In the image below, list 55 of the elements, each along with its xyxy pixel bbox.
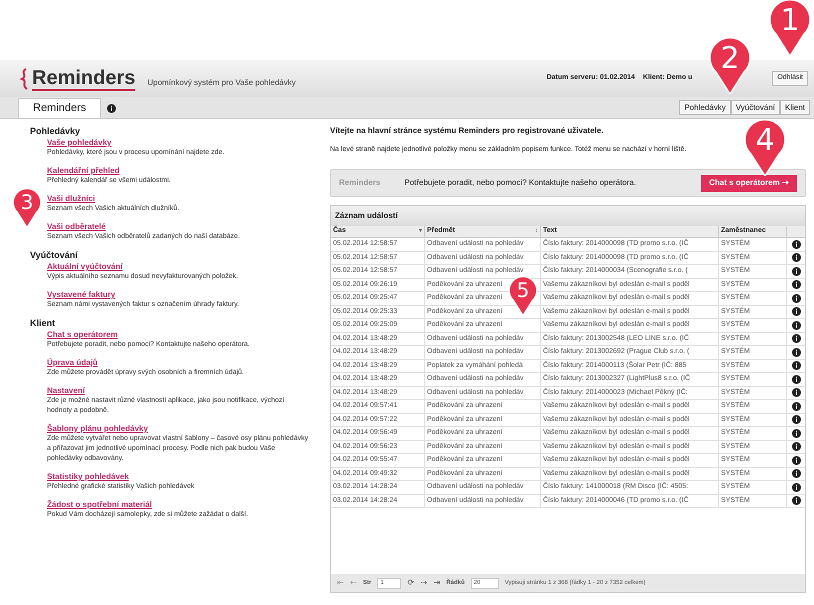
banner-logo: Reminders xyxy=(339,177,380,189)
menu-link[interactable]: Vaše pohledávky xyxy=(47,137,112,148)
info-icon[interactable] xyxy=(792,388,801,398)
info-icon[interactable] xyxy=(792,266,801,276)
info-icon[interactable] xyxy=(792,294,801,303)
info-icon[interactable] xyxy=(792,402,801,411)
chat-button[interactable]: Chat s operátorem ⇢ xyxy=(701,174,797,192)
info-icon[interactable] xyxy=(792,415,801,424)
section-heading: Vyúčtování xyxy=(30,249,79,261)
info-icon[interactable] xyxy=(792,334,801,344)
logo-icon xyxy=(18,68,30,90)
menu-link[interactable]: Nastavení xyxy=(47,385,85,396)
welcome-text: Vítejte na hlavní stránce systému Reminders pro registrované uživatele. xyxy=(330,125,604,137)
info-icon[interactable] xyxy=(792,280,801,290)
info-icon[interactable] xyxy=(792,496,801,506)
info-icon[interactable] xyxy=(792,307,801,316)
pager-nav-button[interactable]: ⇥ xyxy=(433,577,440,589)
info-icon[interactable] xyxy=(792,240,801,249)
banner-text: Potřebujete poradit, nebo pomoci? Kontaktujte našeho operátora. xyxy=(404,177,636,189)
info-icon[interactable] xyxy=(792,361,801,370)
section-heading: Klient xyxy=(30,317,56,329)
callout-pin: 4 xyxy=(743,120,787,176)
info-icon[interactable] xyxy=(107,104,116,113)
pager-nav-button[interactable]: ⇢ xyxy=(420,577,428,589)
info-icon[interactable] xyxy=(792,428,801,438)
info-icon[interactable] xyxy=(792,348,801,357)
menu-link[interactable]: Vystavené faktury xyxy=(47,289,116,300)
menu-button[interactable]: Klient xyxy=(780,100,810,115)
info-icon[interactable] xyxy=(792,469,801,478)
menu-link[interactable]: Chat s operátorem xyxy=(47,329,118,340)
tab[interactable]: Reminders xyxy=(18,98,102,118)
menu-link[interactable]: Vaši odběratelé xyxy=(47,221,106,232)
info-icon[interactable] xyxy=(792,320,801,330)
menu-link[interactable]: Statistiky pohledávek xyxy=(47,471,129,482)
menu-link[interactable]: Šablony plánu pohledávky xyxy=(47,423,148,434)
menu-button[interactable]: Pohledávky xyxy=(679,100,731,115)
section-heading: Pohledávky xyxy=(30,125,82,137)
callout-pin: 1 xyxy=(768,0,812,56)
info-icon[interactable] xyxy=(792,442,801,452)
menu-link[interactable]: Aktuální vyúčtování xyxy=(47,261,123,272)
pager-nav-button[interactable]: ⟳ xyxy=(407,577,414,589)
logo: Reminders xyxy=(32,66,136,90)
panel-title: Záznam událostí xyxy=(331,206,805,226)
menu-link[interactable]: Žádost o spotřební materiál xyxy=(47,499,152,510)
menu-link[interactable]: Úprava údajů xyxy=(47,357,98,368)
menu-button[interactable]: Vyúčtování xyxy=(730,100,780,115)
info-icon[interactable] xyxy=(792,253,801,262)
menu-link[interactable]: Vaši dlužníci xyxy=(47,193,96,204)
info-icon[interactable] xyxy=(792,374,801,384)
menu-link[interactable]: Kalendářní přehled xyxy=(47,165,120,176)
callout-pin: 3 xyxy=(12,188,42,228)
callout-pin: 2 xyxy=(708,38,752,94)
tagline: Upomínkový systém pro Vaše pohledávky xyxy=(147,76,296,88)
info-icon[interactable] xyxy=(792,482,801,492)
info-icon[interactable] xyxy=(792,456,801,465)
